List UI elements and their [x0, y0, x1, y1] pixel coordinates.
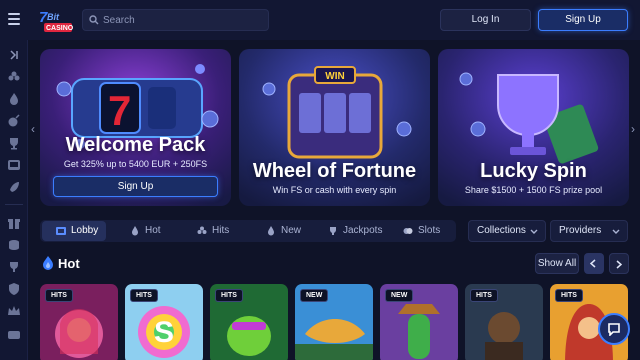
tab-label: Hits [212, 225, 230, 236]
category-tabs: Lobby Hot Hits New Jackpots Slots [40, 220, 456, 242]
welcome-pack-banner[interactable]: 7 Welcome Pack Get 325% up to 5400 EUR +… [40, 49, 231, 206]
game-card[interactable]: HITS [210, 284, 288, 360]
login-button[interactable]: Log In [440, 9, 531, 31]
flame-icon [132, 226, 138, 236]
sidebar [0, 40, 28, 360]
banner-subtitle: Get 325% up to 5400 EUR + 250FS [63, 159, 208, 169]
collapse-arrow-icon[interactable] [7, 48, 21, 62]
wheel-of-fortune-banner[interactable]: WIN Wheel of Fortune Win FS or cash with… [239, 49, 430, 206]
search-box[interactable] [82, 9, 269, 31]
chevron-down-icon [530, 229, 538, 234]
svg-text:7: 7 [108, 87, 131, 134]
game-badge: HITS [470, 289, 498, 302]
trophy-icon [330, 227, 336, 235]
chevron-right-icon [616, 260, 622, 269]
casino-logo[interactable]: 7 Bit CASINO [38, 8, 74, 34]
coins-icon[interactable] [7, 238, 21, 252]
svg-text:Bit: Bit [47, 12, 60, 22]
clover-icon[interactable] [7, 70, 21, 84]
next-button[interactable] [609, 253, 629, 274]
dropdown-label: Providers [559, 225, 602, 236]
game-card[interactable]: HITS [40, 284, 118, 360]
chat-icon [608, 323, 620, 336]
game-badge: NEW [300, 289, 329, 302]
banner-subtitle: Win FS or cash with every spin [272, 185, 397, 195]
tab-label: Hot [145, 225, 161, 236]
tab-hits[interactable]: Hits [178, 221, 242, 241]
game-card[interactable]: NEW [380, 284, 458, 360]
show-all-button[interactable]: Show All [535, 253, 579, 274]
tab-lobby[interactable]: Lobby [42, 221, 106, 241]
game-badge: NEW [385, 289, 414, 302]
tab-label: Slots [418, 225, 441, 236]
lobby-icon [56, 227, 66, 235]
cup-icon[interactable] [7, 260, 21, 274]
game-card[interactable]: S HITS [125, 284, 203, 360]
search-input[interactable] [103, 12, 263, 28]
carousel-prev-icon[interactable]: ‹ [31, 122, 35, 136]
chevron-left-icon [590, 259, 596, 268]
svg-text:CASINO: CASINO [46, 25, 74, 32]
tab-label: Lobby [71, 225, 99, 236]
banner-title: Lucky Spin [480, 160, 587, 182]
search-icon [89, 15, 99, 25]
collections-dropdown[interactable]: Collections [468, 220, 546, 242]
game-art-letter: S [154, 316, 174, 349]
chevron-down-icon [612, 229, 620, 234]
fire-icon[interactable] [7, 92, 21, 106]
tab-label: New [281, 225, 302, 236]
clover-icon [197, 226, 207, 234]
game-badge: HITS [45, 289, 73, 302]
slots-icon[interactable] [7, 158, 21, 172]
bomb-icon[interactable] [7, 114, 21, 128]
live-chat-button[interactable] [598, 313, 630, 345]
tab-slots[interactable]: Slots [390, 221, 454, 241]
prev-button[interactable] [584, 253, 604, 274]
lucky-spin-banner[interactable]: Lucky Spin Share $1500 + 1500 FS prize p… [438, 49, 629, 206]
carousel-next-icon[interactable]: › [631, 122, 635, 136]
banner-title: Wheel of Fortune [252, 160, 417, 182]
rocket-icon[interactable] [7, 180, 21, 194]
flame-icon [43, 256, 53, 270]
dropdown-label: Collections [477, 225, 526, 236]
tab-jackpots[interactable]: Jackpots [314, 221, 388, 241]
game-badge: HITS [130, 289, 158, 302]
banner-title: Welcome Pack [65, 134, 206, 156]
providers-dropdown[interactable]: Providers [550, 220, 628, 242]
tab-hot[interactable]: Hot [110, 221, 174, 241]
win-art-label: WIN [325, 71, 344, 82]
game-badge: HITS [215, 289, 243, 302]
banner-signup-button[interactable]: Sign Up [53, 176, 218, 197]
game-card[interactable]: NEW [295, 284, 373, 360]
section-title: Hot [58, 256, 80, 271]
banner-subtitle: Share $1500 + 1500 FS prize pool [464, 185, 603, 195]
gift-icon[interactable] [7, 216, 21, 230]
tab-label: Jackpots [343, 225, 383, 236]
signup-button[interactable]: Sign Up [538, 9, 628, 31]
game-card[interactable]: HITS [465, 284, 543, 360]
tab-new[interactable]: New [246, 221, 310, 241]
slots-icon [403, 228, 413, 234]
top-bar: 7 Bit CASINO Log In Sign Up [0, 0, 640, 40]
fire-icon [268, 226, 274, 236]
trophy-icon[interactable] [7, 136, 21, 150]
shield-icon[interactable] [7, 282, 21, 296]
crown-icon[interactable] [7, 304, 21, 318]
menu-icon[interactable] [8, 13, 20, 25]
game-badge: HITS [555, 289, 583, 302]
vip-icon[interactable] [7, 328, 21, 342]
